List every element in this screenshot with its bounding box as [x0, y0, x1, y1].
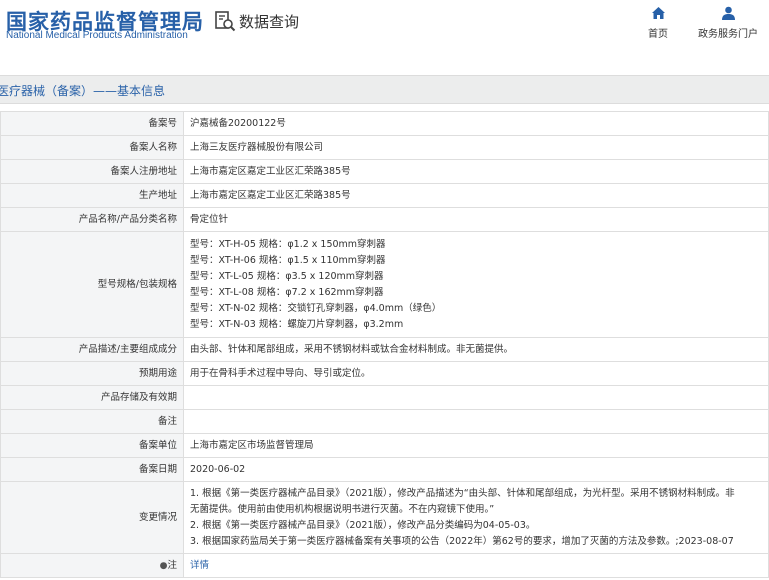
table-row: 产品存储及有效期 — [0, 385, 769, 410]
field-value — [183, 409, 769, 434]
nav-service-portal-label: 政务服务门户 — [698, 29, 758, 40]
field-value: 上海市嘉定区嘉定工业区汇荣路385号 — [183, 183, 769, 208]
change-line: 3. 根据国家药监局关于第一类医疗器械备案有关事项的公告（2022年）第62号的… — [190, 535, 734, 547]
table-row: 预期用途 用于在骨科手术过程中导向、导引或定位。 — [0, 361, 769, 386]
change-line: 2. 根据《第一类医疗器械产品目录》（2021版），修改产品分类编码为04-05… — [190, 519, 536, 531]
table-row: 备案人名称 上海三友医疗器械股份有限公司 — [0, 135, 769, 160]
spec-line: 型号：XT-L-08 规格：φ7.2 x 162mm穿刺器 — [190, 286, 384, 298]
spec-line: 型号：XT-H-05 规格：φ1.2 x 150mm穿刺器 — [190, 238, 386, 250]
field-value: 用于在骨科手术过程中导向、导引或定位。 — [183, 361, 769, 386]
field-value: 沪嘉械备20200122号 — [183, 111, 769, 136]
change-line: 1. 根据《第一类医疗器械产品目录》（2021版），修改产品描述为“由头部、针体… — [190, 487, 735, 499]
field-value: 由头部、针体和尾部组成，采用不锈钢材料或钛合金材料制成。非无菌提供。 — [183, 337, 769, 362]
field-label: 备案号 — [0, 111, 184, 136]
spec-line: 型号：XT-L-05 规格：φ3.5 x 120mm穿刺器 — [190, 270, 384, 282]
table-row: 备案号 沪嘉械备20200122号 — [0, 111, 769, 136]
field-label: 备案人名称 — [0, 135, 184, 160]
nav-home-label: 首页 — [648, 29, 668, 40]
section-header: 医疗器械（备案）——基本信息 — [0, 75, 769, 104]
nav-home[interactable]: 首页 — [618, 6, 698, 40]
home-icon — [651, 7, 665, 19]
data-query-link[interactable]: 数据查询 — [214, 10, 299, 32]
field-label: 备案人注册地址 — [0, 159, 184, 184]
field-label: 生产地址 — [0, 183, 184, 208]
change-line: 无菌提供。使用前由使用机构根据说明书进行灭菌。不在内窥镜下使用。” — [190, 503, 495, 515]
table-row: ●注 详情 — [0, 553, 769, 578]
table-row: 生产地址 上海市嘉定区嘉定工业区汇荣路385号 — [0, 183, 769, 208]
spec-line: 型号：XT-H-06 规格：φ1.5 x 110mm穿刺器 — [190, 254, 386, 266]
field-value: 上海市嘉定区嘉定工业区汇荣路385号 — [183, 159, 769, 184]
table-row: 备案单位 上海市嘉定区市场监督管理局 — [0, 433, 769, 458]
record-info-table: 备案号 沪嘉械备20200122号 备案人名称 上海三友医疗器械股份有限公司 备… — [0, 111, 769, 578]
field-value: 1. 根据《第一类医疗器械产品目录》（2021版），修改产品描述为“由头部、针体… — [183, 481, 769, 554]
table-row: 备案日期 2020-06-02 — [0, 457, 769, 482]
table-row: 备案人注册地址 上海市嘉定区嘉定工业区汇荣路385号 — [0, 159, 769, 184]
field-value — [183, 385, 769, 410]
field-label: 预期用途 — [0, 361, 184, 386]
field-value: 型号：XT-H-05 规格：φ1.2 x 150mm穿刺器 型号：XT-H-06… — [183, 231, 769, 338]
data-query-label: 数据查询 — [239, 12, 300, 31]
table-row: 产品名称/产品分类名称 骨定位针 — [0, 207, 769, 232]
field-value: 上海三友医疗器械股份有限公司 — [183, 135, 769, 160]
table-row: 型号规格/包装规格 型号：XT-H-05 规格：φ1.2 x 150mm穿刺器 … — [0, 231, 769, 338]
user-icon — [721, 6, 735, 20]
spec-line: 型号：XT-N-03 规格：螺旋刀片穿刺器，φ3.2mm — [190, 318, 404, 330]
field-label: 产品描述/主要组成成分 — [0, 337, 184, 362]
spec-line: 型号：XT-N-02 规格：交锁钉孔穿刺器，φ4.0mm（绿色） — [190, 302, 442, 314]
field-label: 产品存储及有效期 — [0, 385, 184, 410]
table-row: 产品描述/主要组成成分 由头部、针体和尾部组成，采用不锈钢材料或钛合金材料制成。… — [0, 337, 769, 362]
field-label: 产品名称/产品分类名称 — [0, 207, 184, 232]
table-row: 变更情况 1. 根据《第一类医疗器械产品目录》（2021版），修改产品描述为“由… — [0, 481, 769, 554]
field-value: 上海市嘉定区市场监督管理局 — [183, 433, 769, 458]
field-label: 型号规格/包装规格 — [0, 231, 184, 338]
field-label: 备注 — [0, 409, 184, 434]
details-link[interactable]: 详情 — [190, 560, 209, 571]
document-search-icon — [215, 11, 236, 32]
site-header: 国家药品监督管理局 National Medical Products Admi… — [0, 0, 769, 64]
field-label: 变更情况 — [0, 481, 184, 554]
field-label: ●注 — [0, 553, 184, 578]
field-value: 2020-06-02 — [183, 457, 769, 482]
nav-service-portal[interactable]: 政务服务门户 — [688, 6, 768, 40]
note-label: 注 — [167, 559, 177, 571]
section-title: 医疗器械（备案）——基本信息 — [0, 84, 166, 98]
field-label: 备案单位 — [0, 433, 184, 458]
field-label: 备案日期 — [0, 457, 184, 482]
site-logo-en[interactable]: National Medical Products Administration — [6, 30, 188, 41]
field-value: 详情 — [183, 553, 769, 578]
field-value: 骨定位针 — [183, 207, 769, 232]
table-row: 备注 — [0, 409, 769, 434]
